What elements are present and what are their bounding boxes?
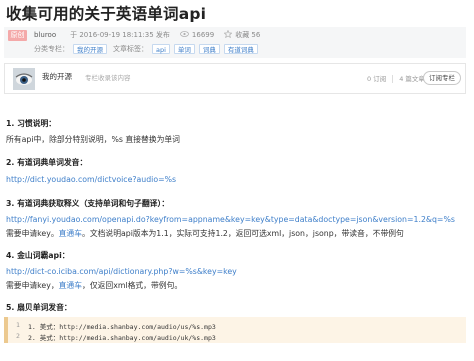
subscribe-button[interactable]: 订阅专栏 bbox=[423, 71, 461, 85]
code-line-number: 2 bbox=[16, 332, 20, 340]
author-link[interactable]: bluroo bbox=[34, 31, 56, 39]
column-name[interactable]: 我的开源 bbox=[42, 71, 72, 82]
article-meta: 原创 bluroo 于 2016-09-19 18:11:35 发布 16699… bbox=[4, 27, 466, 58]
favorite-count[interactable]: 收藏 56 bbox=[235, 30, 260, 40]
column-stats: 0 订阅 4 篇文章 bbox=[367, 73, 425, 83]
section-3-title: 3. 有道词典获取释义（支持单词和句子翻译）： bbox=[6, 199, 170, 208]
column-desc: 专栏收录该内容 bbox=[85, 74, 131, 82]
article-count: 4 篇文章 bbox=[399, 75, 425, 83]
section-4-link[interactable]: http://dict-co.iciba.com/api/dictionary.… bbox=[6, 267, 237, 276]
view-count: 16699 bbox=[191, 31, 215, 39]
column-tag[interactable]: 我的开源 bbox=[73, 44, 107, 54]
column-avatar[interactable] bbox=[13, 68, 35, 90]
tag-api[interactable]: api bbox=[152, 44, 170, 54]
page-title: 收集可用的关于英语单词api bbox=[6, 5, 207, 23]
section-1-text: 所有api中，除部分特别说明，%s 直接替换为单词 bbox=[6, 135, 180, 144]
tag-dictionary[interactable]: 词典 bbox=[198, 44, 220, 54]
column-card: 我的开源 专栏收录该内容 0 订阅 4 篇文章 订阅专栏 bbox=[4, 63, 466, 94]
code-line: 1. 美式：http://media.shanbay.com/audio/us/… bbox=[28, 323, 216, 331]
section-2-title: 2. 有道词典单词发音： bbox=[6, 158, 88, 167]
tag-youdao[interactable]: 有道词典 bbox=[223, 44, 258, 54]
section-4-text: 需要申请key，直通车，仅返回xml格式，带例句。 bbox=[6, 281, 183, 290]
code-line: 2. 英式：http://media.shanbay.com/audio/uk/… bbox=[28, 334, 216, 342]
code-line-number: 1 bbox=[16, 321, 20, 329]
section-2-link[interactable]: http://dict.youdao.com/dictvoice?audio=%… bbox=[6, 175, 176, 184]
tag-word[interactable]: 单词 bbox=[173, 44, 195, 54]
section-5-title: 5. 扇贝单词发音： bbox=[6, 303, 72, 312]
code-block: 1 1. 美式：http://media.shanbay.com/audio/u… bbox=[4, 317, 466, 343]
meta-line: bluroo 于 2016-09-19 18:11:35 发布 16699 收藏… bbox=[34, 29, 260, 40]
tags-line: 分类专栏： 我的开源 文章标签： api 单词 词典 有道词典 bbox=[34, 44, 258, 54]
subscription-count: 0 订阅 bbox=[367, 75, 387, 83]
column-label: 分类专栏： bbox=[34, 45, 69, 53]
section-1-title: 1. 习惯说明： bbox=[6, 119, 57, 128]
star-icon[interactable] bbox=[223, 29, 233, 40]
section-3-link[interactable]: http://fanyi.youdao.com/openapi.do?keyfr… bbox=[6, 215, 455, 224]
section-3-shortcut-link[interactable]: 直通车 bbox=[59, 229, 82, 238]
publish-date: 于 2016-09-19 18:11:35 发布 bbox=[70, 31, 170, 39]
section-4-title: 4. 金山词霸api： bbox=[6, 251, 70, 260]
original-badge: 原创 bbox=[8, 30, 27, 41]
section-4-shortcut-link[interactable]: 直通车 bbox=[59, 281, 82, 290]
eye-icon bbox=[180, 31, 189, 39]
tags-label: 文章标签： bbox=[113, 45, 148, 53]
section-3-text: 需要申请key。直通车。文档说明api版本为1.1，实际可支持1.2，返回可选x… bbox=[6, 229, 404, 238]
